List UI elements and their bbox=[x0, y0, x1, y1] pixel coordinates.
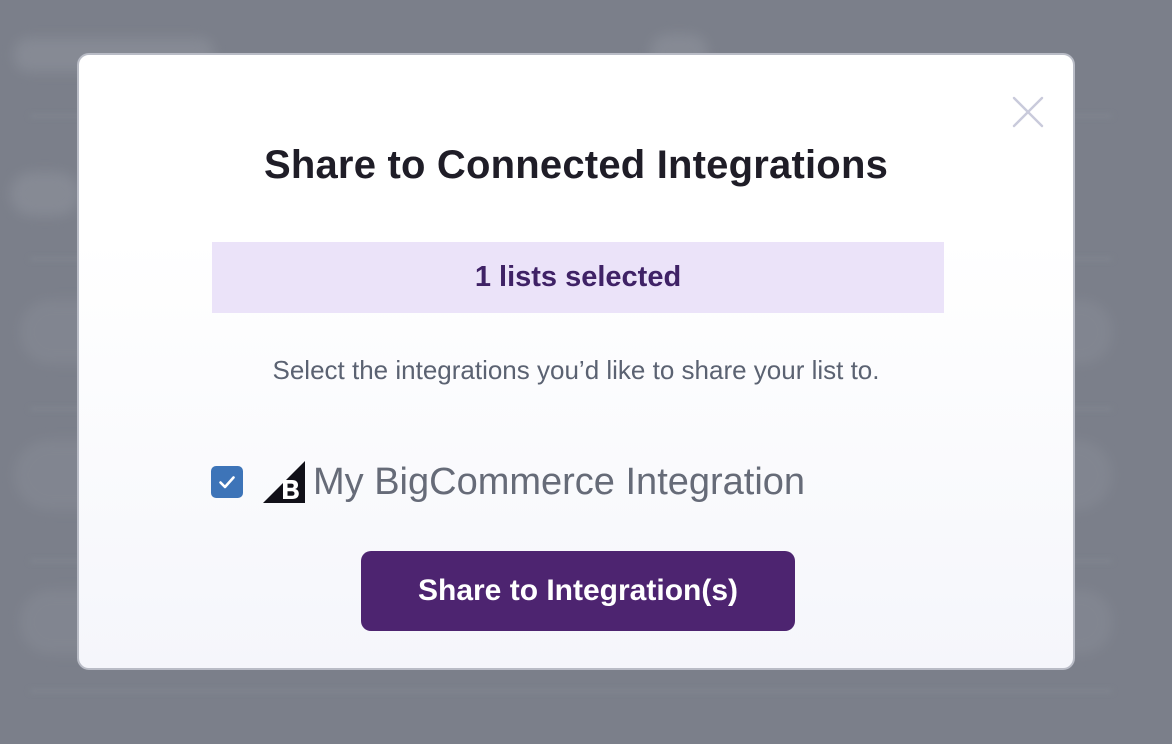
close-button[interactable] bbox=[1011, 95, 1045, 129]
integration-label: My BigCommerce Integration bbox=[313, 461, 806, 503]
modal-instructions: Select the integrations you’d like to sh… bbox=[272, 355, 880, 385]
integration-checkbox[interactable] bbox=[211, 466, 243, 498]
bigcommerce-logo-icon bbox=[263, 461, 305, 503]
modal-title: Share to Connected Integrations bbox=[263, 143, 889, 187]
integration-option[interactable]: My BigCommerce Integration bbox=[211, 460, 805, 504]
close-icon[interactable] bbox=[1011, 95, 1045, 129]
share-integrations-modal: Share to Connected Integrations 1 lists … bbox=[77, 53, 1075, 670]
checkmark-icon bbox=[219, 476, 235, 489]
selected-count-banner: 1 lists selected bbox=[212, 242, 944, 313]
share-to-integrations-button[interactable]: Share to Integration(s) bbox=[361, 551, 795, 631]
modal-overlay[interactable]: Share to Connected Integrations 1 lists … bbox=[0, 0, 1172, 744]
